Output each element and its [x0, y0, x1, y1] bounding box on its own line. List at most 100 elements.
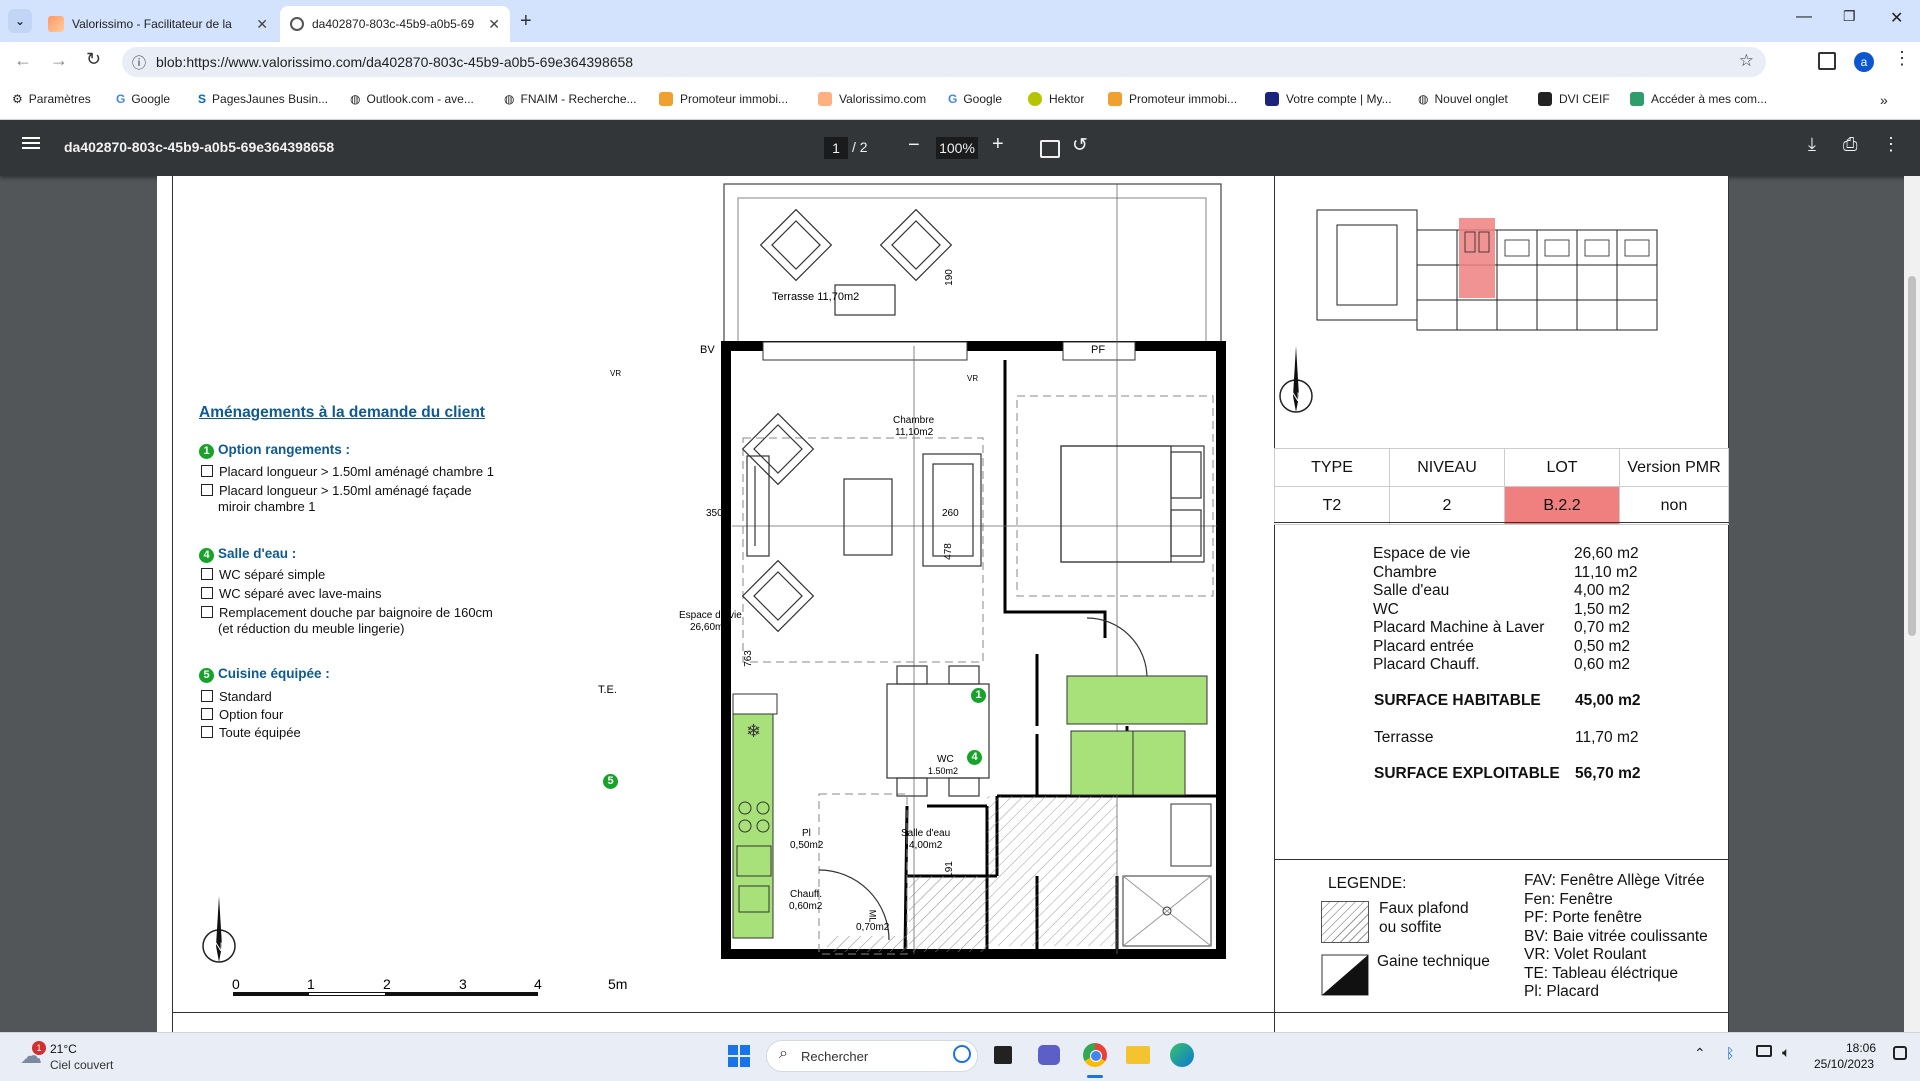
clock-time[interactable]: 18:06: [1846, 1041, 1876, 1055]
address-bar[interactable]: ⓘ blob:https://www.valorissimo.com/da402…: [122, 47, 1766, 77]
bookmark-acceder[interactable]: Accéder à mes com...: [1630, 92, 1767, 106]
checkbox[interactable]: [201, 465, 213, 477]
taskbar-search[interactable]: ⌕ Rechercher: [766, 1040, 978, 1072]
option-item[interactable]: Toute équipée: [201, 725, 301, 740]
volume-icon[interactable]: 🔈︎: [1782, 1044, 1790, 1061]
option-item[interactable]: Option four: [201, 707, 283, 722]
bookmark-votre-compte[interactable]: Votre compte | My...: [1265, 92, 1392, 106]
back-button[interactable]: ←: [14, 50, 32, 71]
checkbox[interactable]: [201, 690, 213, 702]
new-tab-button[interactable]: +: [520, 10, 532, 33]
checkbox[interactable]: [201, 708, 213, 720]
scale-label: 4: [534, 976, 542, 992]
option-item[interactable]: Placard longueur > 1.50ml aménagé façade: [201, 483, 472, 498]
room-area-espace: 26,60m2: [690, 622, 729, 633]
tab-search-button[interactable]: ⌄: [8, 9, 32, 33]
tab-pdf[interactable]: da402870-803c-45b9-a0b5-69 ✕: [280, 6, 510, 42]
option-item[interactable]: Placard longueur > 1.50ml aménagé chambr…: [201, 464, 494, 479]
teams-icon[interactable]: [1038, 1045, 1060, 1065]
tray-chevron-icon[interactable]: ⌃: [1694, 1045, 1706, 1062]
checkbox[interactable]: [201, 726, 213, 738]
bookmark-google[interactable]: G Google: [116, 92, 170, 106]
avatar-initial: a: [1860, 55, 1868, 69]
legend-gaine: Gaine technique: [1377, 953, 1490, 970]
globe-icon: ◍: [504, 92, 515, 106]
bookmark-nouvel-onglet[interactable]: ◍ Nouvel onglet: [1418, 92, 1508, 106]
valorissimo-favicon-icon: [48, 16, 64, 32]
star-icon[interactable]: ☆: [1739, 51, 1754, 71]
zoom-in-button[interactable]: +: [992, 133, 1004, 156]
weather-desc: Ciel couvert: [50, 1058, 114, 1072]
room-label-salle-eau: Salle d'eau: [901, 828, 951, 839]
menu-icon[interactable]: [22, 134, 40, 152]
bookmark-outlook[interactable]: ◍ Outlook.com - ave...: [350, 92, 474, 106]
more-bookmarks-icon[interactable]: »: [1880, 92, 1888, 108]
surface-row: Placard Chauff. 0,60 m2: [1373, 656, 1631, 673]
bookmark-hektor[interactable]: Hektor: [1028, 92, 1084, 106]
tab-valorissimo[interactable]: Valorissimo - Facilitateur de la ✕: [38, 6, 278, 42]
room-area-ml: 0,70m2: [856, 922, 890, 933]
legend-hatch-line2: ou soffite: [1379, 919, 1442, 936]
restore-button[interactable]: ❐: [1843, 8, 1856, 25]
bluetooth-icon[interactable]: ᛒ: [1726, 1045, 1734, 1061]
option-item[interactable]: WC séparé simple: [201, 567, 325, 582]
bookmark-dvi-ceif[interactable]: DVI CEIF: [1538, 92, 1610, 106]
checkbox[interactable]: [201, 484, 213, 496]
option-item[interactable]: Standard: [201, 689, 272, 704]
print-icon[interactable]: ⎙: [1843, 134, 1857, 155]
more-icon[interactable]: ⋮: [1882, 134, 1900, 155]
network-icon[interactable]: [1756, 1045, 1772, 1057]
window-label-vr: VR: [967, 374, 979, 383]
checkbox[interactable]: [201, 568, 213, 580]
bookmark-promoteur[interactable]: Promoteur immobi...: [659, 92, 788, 106]
search-placeholder: Rechercher: [801, 1049, 869, 1064]
scrollbar-thumb[interactable]: [1908, 276, 1916, 636]
google-icon: G: [116, 92, 126, 106]
surface-row: WC 1,50 m2: [1373, 600, 1631, 618]
task-view-icon[interactable]: [994, 1046, 1012, 1064]
scale-label: 3: [459, 976, 467, 992]
download-icon[interactable]: ⤓: [1808, 134, 1816, 155]
minimize-button[interactable]: —: [1796, 8, 1812, 26]
sidepanel-icon[interactable]: [1818, 52, 1836, 70]
start-button[interactable]: [728, 1045, 750, 1067]
weather-widget[interactable]: ☁ 1 21°C Ciel couvert: [18, 1041, 158, 1075]
zoom-out-button[interactable]: −: [908, 134, 920, 157]
avatar[interactable]: a: [1854, 52, 1874, 72]
option-item[interactable]: WC séparé avec lave-mains: [201, 586, 382, 601]
bookmark-fnaim[interactable]: ◍ FNAIM - Recherche...: [504, 92, 637, 106]
close-icon[interactable]: ✕: [256, 16, 268, 33]
surfaces-list: Espace de vie 26,60 m2 Chambre 11,10 m2 Sa…: [1373, 545, 1703, 675]
zoom-input[interactable]: 100%: [936, 137, 978, 159]
reload-button[interactable]: ↻: [86, 49, 101, 70]
chrome-icon[interactable]: [1083, 1043, 1107, 1067]
close-window-button[interactable]: ✕: [1890, 8, 1903, 28]
rotate-icon[interactable]: ↺: [1072, 134, 1088, 157]
option-number-badge: 5: [199, 668, 214, 683]
site-info-icon[interactable]: ⓘ: [132, 53, 146, 73]
scale-label: 2: [383, 976, 391, 992]
bookmark-google-2[interactable]: G Google: [948, 92, 1002, 106]
room-label-wc: WC: [937, 754, 954, 765]
surface-row: Espace de vie 26,60 m2: [1373, 545, 1639, 562]
file-explorer-icon[interactable]: [1126, 1046, 1150, 1064]
bookmark-pagesjaunes[interactable]: S PagesJaunes Busin...: [198, 92, 328, 106]
tab-strip: ⌄ Valorissimo - Facilitateur de la ✕ da4…: [0, 0, 1920, 42]
bookmark-parametres[interactable]: ⚙ Paramètres: [12, 92, 91, 106]
bookmark-promoteur-2[interactable]: Promoteur immobi...: [1108, 92, 1237, 106]
menu-dots-icon[interactable]: ⋮: [1893, 48, 1911, 69]
legend-abbrev-list: FAV: Fenêtre Allège Vitrée Fen: Fenêtre …: [1524, 872, 1708, 1000]
close-icon[interactable]: ✕: [488, 16, 500, 33]
edge-icon[interactable]: [1170, 1043, 1194, 1067]
page-number-input[interactable]: 1: [824, 137, 848, 159]
option-item[interactable]: Remplacement douche par baignoire de 160…: [201, 605, 493, 620]
bookmark-valorissimo[interactable]: Valorissimo.com: [818, 92, 926, 106]
forward-button[interactable]: →: [50, 50, 68, 71]
scrollbar[interactable]: [1904, 176, 1920, 1032]
table-cell-pmr: non: [1619, 486, 1729, 525]
checkbox[interactable]: [201, 606, 213, 618]
clock-date[interactable]: 25/10/2023: [1814, 1057, 1874, 1071]
checkbox[interactable]: [201, 587, 213, 599]
fit-page-icon[interactable]: [1040, 140, 1060, 158]
notification-icon[interactable]: [1893, 1046, 1907, 1060]
